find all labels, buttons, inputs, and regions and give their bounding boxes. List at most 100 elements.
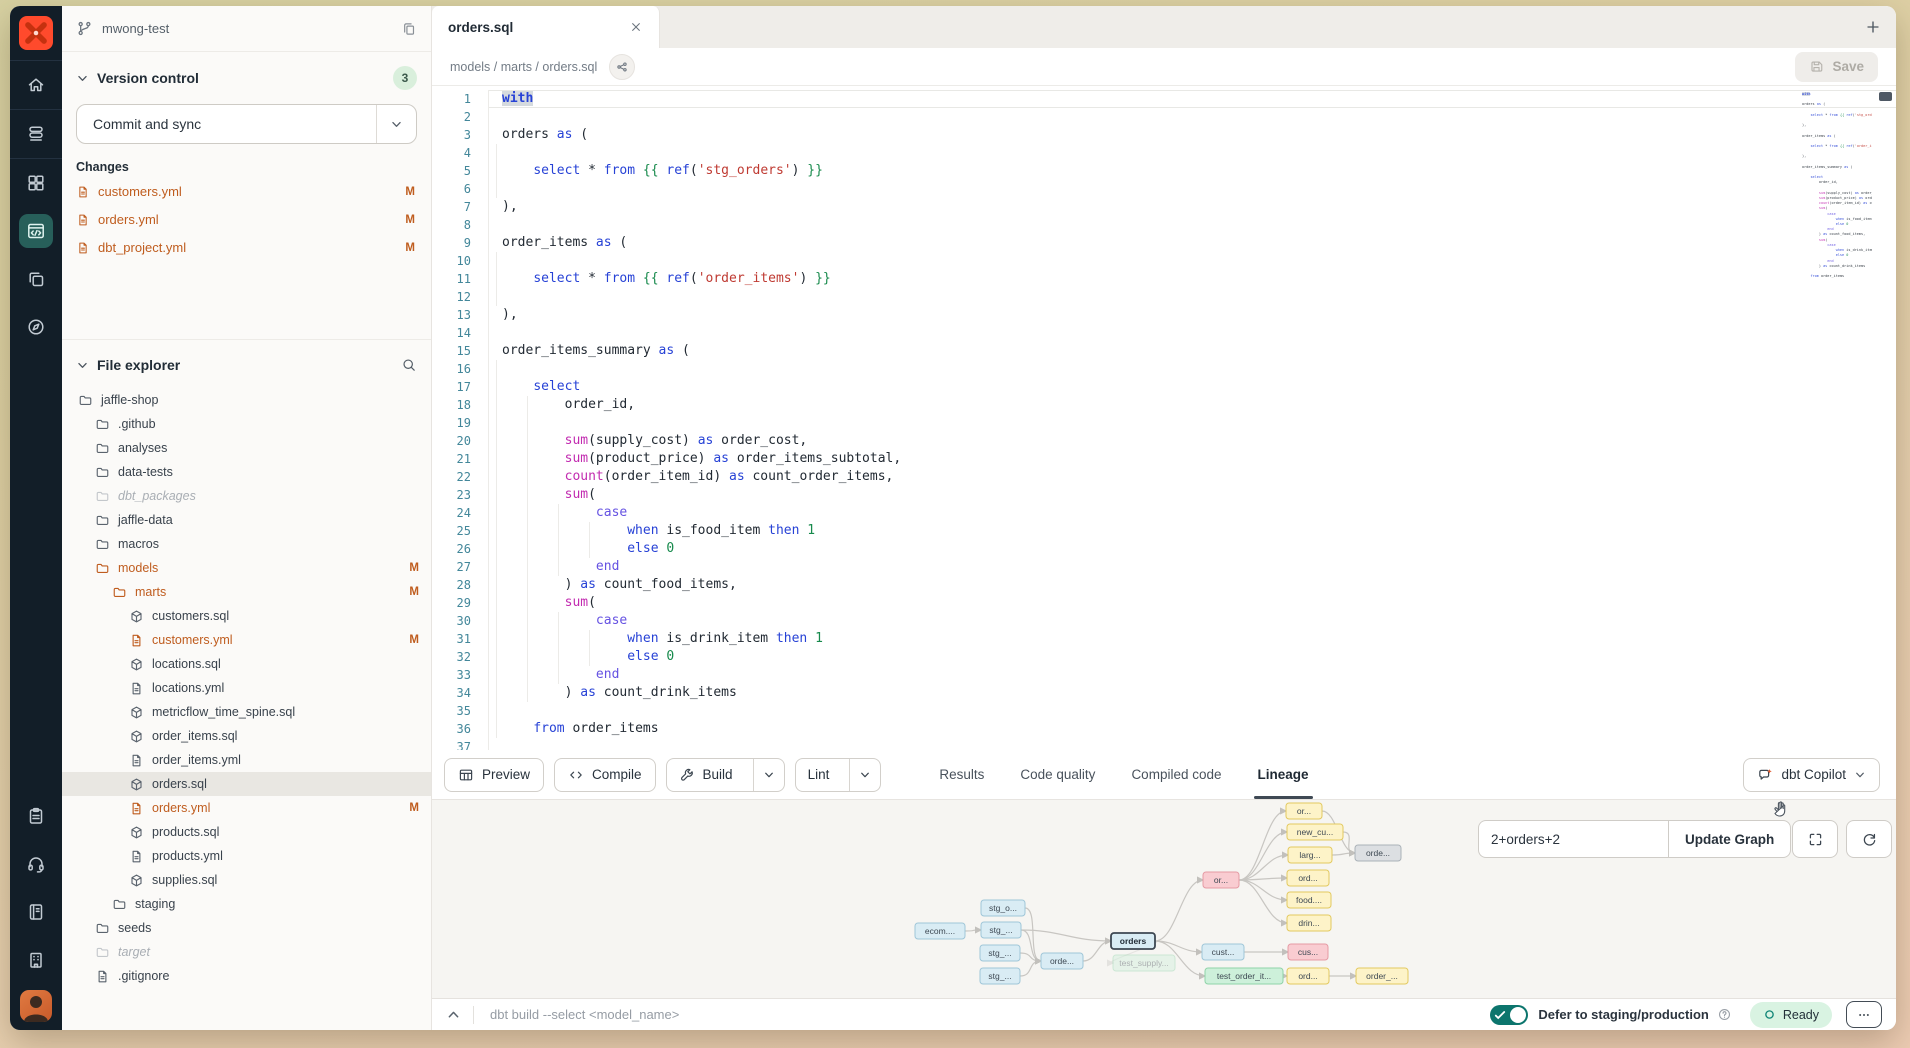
editor-scrollbar[interactable] xyxy=(1879,92,1892,101)
tree-item-locations-yml[interactable]: locations.yml xyxy=(62,676,431,700)
lineage-node-orders[interactable]: orders xyxy=(1111,933,1155,949)
help-icon[interactable] xyxy=(1717,1007,1732,1022)
tree-item-locations-sql[interactable]: locations.sql xyxy=(62,652,431,676)
lineage-node-or-[interactable]: or... xyxy=(1203,872,1239,888)
expand-command-bar-icon[interactable] xyxy=(446,1007,461,1022)
rail-headset-icon[interactable] xyxy=(10,840,62,888)
tree-item-target[interactable]: target xyxy=(62,940,431,964)
search-icon[interactable] xyxy=(401,357,417,373)
tab-orders-sql[interactable]: orders.sql xyxy=(432,6,660,48)
lineage-node-ecom-[interactable]: ecom.... xyxy=(915,923,965,939)
preview-button[interactable]: Preview xyxy=(444,758,544,792)
rail-building-icon[interactable] xyxy=(10,936,62,984)
code-editor[interactable]: 1with23orders as (45 select * from {{ re… xyxy=(432,86,1896,750)
panel-tab-results[interactable]: Results xyxy=(939,750,984,799)
changed-file-row[interactable]: orders.yml M xyxy=(76,209,417,230)
rail-home-icon[interactable] xyxy=(10,61,62,109)
tree-item-metricflow-time-spine-sql[interactable]: metricflow_time_spine.sql xyxy=(62,700,431,724)
user-avatar[interactable] xyxy=(20,990,52,1022)
tree-item-products-yml[interactable]: products.yml xyxy=(62,844,431,868)
tree-item-models[interactable]: modelsM xyxy=(62,556,431,580)
tree-item-dbt-packages[interactable]: dbt_packages xyxy=(62,484,431,508)
tree-item-jaffle-data[interactable]: jaffle-data xyxy=(62,508,431,532)
file-explorer-header[interactable]: File explorer xyxy=(62,350,431,380)
lint-button[interactable]: Lint xyxy=(795,758,882,792)
lineage-node-larg-[interactable]: larg... xyxy=(1288,847,1332,863)
lineage-node-order-[interactable]: order_... xyxy=(1356,968,1408,984)
commit-and-sync-button[interactable]: Commit and sync xyxy=(76,104,417,144)
rail-projects-icon[interactable] xyxy=(10,255,62,303)
tree-item-label: .gitignore xyxy=(118,969,169,983)
copy-icon[interactable] xyxy=(401,21,417,37)
lineage-node-or-[interactable]: or... xyxy=(1286,803,1322,819)
lineage-node-test-supply-[interactable]: test_supply... xyxy=(1113,955,1175,971)
tree-item-marts[interactable]: martsM xyxy=(62,580,431,604)
tree-item-customers-yml[interactable]: customers.ymlM xyxy=(62,628,431,652)
folder-icon xyxy=(112,897,127,912)
compile-button[interactable]: Compile xyxy=(554,758,656,792)
lineage-node-new-cu-[interactable]: new_cu... xyxy=(1287,824,1343,840)
line-number: 27 xyxy=(432,558,488,576)
lineage-node-cus-[interactable]: cus... xyxy=(1288,944,1328,960)
tree-item-data-tests[interactable]: data-tests xyxy=(62,460,431,484)
copilot-label: dbt Copilot xyxy=(1781,767,1846,782)
lineage-node-food-[interactable]: food.... xyxy=(1287,892,1331,908)
tree-item--gitignore[interactable]: .gitignore xyxy=(62,964,431,988)
lineage-node-stg-o-[interactable]: stg_o... xyxy=(981,900,1025,916)
panel-tab-lineage[interactable]: Lineage xyxy=(1258,750,1309,799)
changed-file-row[interactable]: dbt_project.yml M xyxy=(76,237,417,258)
editor-minimap[interactable]: with orders as ( select * from {{ ref('s… xyxy=(1802,92,1872,712)
close-icon[interactable] xyxy=(629,20,643,34)
build-button[interactable]: Build xyxy=(666,758,785,792)
build-options-dropdown[interactable] xyxy=(753,759,784,791)
lineage-node-stg-[interactable]: stg_... xyxy=(981,922,1021,938)
lineage-node-ord-[interactable]: ord... xyxy=(1287,870,1329,886)
lineage-node-test-order-it-[interactable]: test_order_it... xyxy=(1205,968,1283,984)
fullscreen-button[interactable] xyxy=(1792,820,1838,858)
lineage-node-stg-[interactable]: stg_... xyxy=(980,945,1020,961)
tree-item-jaffle-shop[interactable]: jaffle-shop xyxy=(62,388,431,412)
new-tab-button[interactable] xyxy=(1850,6,1896,48)
refresh-button[interactable] xyxy=(1846,820,1892,858)
rail-stack-icon[interactable] xyxy=(10,110,62,158)
open-lineage-button[interactable] xyxy=(609,54,635,80)
rail-ide-icon[interactable] xyxy=(10,207,62,255)
tree-item-products-sql[interactable]: products.sql xyxy=(62,820,431,844)
dbt-copilot-button[interactable]: dbt Copilot xyxy=(1743,758,1880,792)
tree-item-order-items-sql[interactable]: order_items.sql xyxy=(62,724,431,748)
tree-item-staging[interactable]: staging xyxy=(62,892,431,916)
lint-options-dropdown[interactable] xyxy=(849,759,880,791)
panel-tab-compiled-code[interactable]: Compiled code xyxy=(1131,750,1221,799)
rail-clipboard-icon[interactable] xyxy=(10,792,62,840)
rail-compass-icon[interactable] xyxy=(10,303,62,351)
commit-options-dropdown[interactable] xyxy=(376,105,416,143)
defer-toggle[interactable] xyxy=(1490,1005,1528,1025)
lineage-node-stg-[interactable]: stg_... xyxy=(980,968,1020,984)
update-graph-button[interactable]: Update Graph xyxy=(1668,820,1791,858)
more-options-button[interactable] xyxy=(1846,1001,1882,1028)
lineage-node-orde-[interactable]: orde... xyxy=(1041,953,1083,969)
tree-item-supplies-sql[interactable]: supplies.sql xyxy=(62,868,431,892)
tree-item-orders-sql[interactable]: orders.sql xyxy=(62,772,431,796)
tree-item-macros[interactable]: macros xyxy=(62,532,431,556)
tree-item-seeds[interactable]: seeds xyxy=(62,916,431,940)
lineage-selector-input[interactable] xyxy=(1478,820,1668,858)
rail-grid-icon[interactable] xyxy=(10,159,62,207)
lineage-node-orde-[interactable]: orde... xyxy=(1355,845,1401,861)
rail-notebook-icon[interactable] xyxy=(10,888,62,936)
tree-item-analyses[interactable]: analyses xyxy=(62,436,431,460)
tree-item-customers-sql[interactable]: customers.sql xyxy=(62,604,431,628)
ready-label: Ready xyxy=(1783,1008,1819,1022)
lineage-node-ord-[interactable]: ord... xyxy=(1287,968,1329,984)
dbt-command-input[interactable] xyxy=(490,1007,910,1022)
save-button[interactable]: Save xyxy=(1795,52,1878,82)
tree-item-orders-yml[interactable]: orders.ymlM xyxy=(62,796,431,820)
panel-tab-code-quality[interactable]: Code quality xyxy=(1020,750,1095,799)
lineage-node-cust-[interactable]: cust... xyxy=(1202,944,1244,960)
version-control-header[interactable]: Version control 3 xyxy=(76,64,417,92)
lineage-node-drin-[interactable]: drin... xyxy=(1287,915,1331,931)
changed-file-row[interactable]: customers.yml M xyxy=(76,181,417,202)
tree-item-order-items-yml[interactable]: order_items.yml xyxy=(62,748,431,772)
tree-item--github[interactable]: .github xyxy=(62,412,431,436)
dbt-logo[interactable] xyxy=(19,16,53,50)
